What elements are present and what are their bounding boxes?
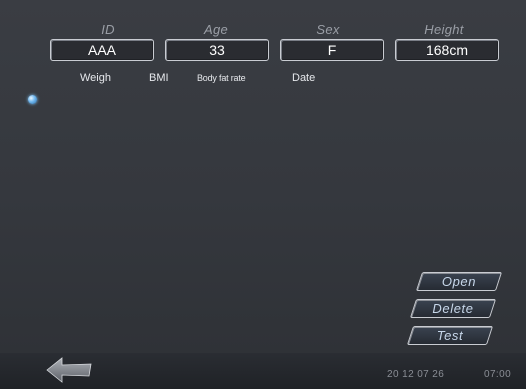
bmi-column-label: BMI [149, 72, 169, 84]
open-button[interactable]: Open [415, 272, 503, 291]
age-header: Age [203, 22, 229, 37]
age-field[interactable]: 33 [165, 39, 269, 61]
main-panel: ID Age Sex Height AAA 33 F 168cm Weigh B… [0, 0, 526, 353]
body-fat-rate-column-label: Body fat rate [197, 73, 246, 83]
date-column-label: Date [292, 72, 316, 84]
open-button-label: Open [441, 274, 477, 289]
test-button[interactable]: Test [406, 326, 494, 345]
height-header: Height [424, 22, 464, 37]
sex-field[interactable]: F [280, 39, 384, 61]
id-header: ID [101, 22, 115, 37]
test-button-label: Test [436, 328, 464, 343]
blue-dot-icon [28, 95, 37, 104]
weigh-column-label: Weigh [80, 72, 111, 84]
sex-header: Sex [316, 22, 340, 37]
back-arrow-icon[interactable] [45, 356, 93, 384]
delete-button-label: Delete [432, 301, 474, 316]
status-date: 20 12 07 26 [387, 369, 445, 380]
id-field[interactable]: AAA [50, 39, 154, 61]
height-field[interactable]: 168cm [395, 39, 499, 61]
delete-button[interactable]: Delete [409, 299, 497, 318]
status-time: 07:00 [484, 369, 512, 380]
